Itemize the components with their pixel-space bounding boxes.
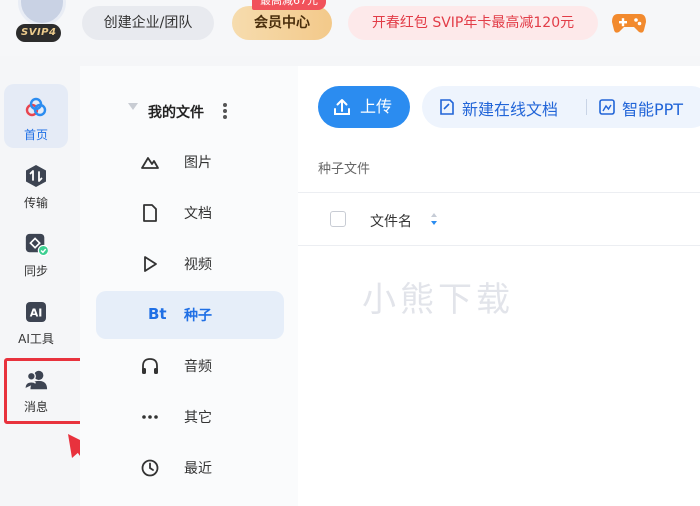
sync-icon	[25, 233, 48, 256]
top-bar: SVIP4 创建企业/团队 会员中心 最高减67元 开春红包 SVIP年卡最高减…	[0, 0, 700, 56]
file-list-header: 文件名	[298, 192, 700, 246]
document-icon	[143, 204, 157, 222]
upload-button[interactable]: 上传	[318, 86, 410, 128]
transfer-icon	[26, 165, 46, 187]
svg-text:AI: AI	[30, 307, 43, 320]
member-discount-tag: 最高减67元	[252, 0, 326, 10]
nav-home-label: 首页	[23, 128, 48, 142]
tree-item-label: 最近	[184, 461, 212, 477]
upload-label: 上传	[360, 97, 393, 116]
ai-tools-icon: AI	[26, 302, 46, 322]
tree-item-videos[interactable]: 视频	[96, 240, 284, 288]
bt-icon: Bt	[148, 305, 167, 323]
sort-icon[interactable]	[430, 211, 438, 227]
tree-item-recent[interactable]: 最近	[96, 444, 284, 492]
section-title: 种子文件	[318, 162, 371, 177]
tree-item-torrents[interactable]: Bt 种子	[96, 291, 284, 339]
tree-item-images[interactable]: 图片	[96, 138, 284, 186]
nav-sync-label: 同步	[23, 264, 48, 278]
tree-item-label: 种子	[184, 308, 212, 324]
headphones-icon	[142, 358, 158, 374]
more-dots-icon	[142, 415, 158, 419]
tree-item-label: 音频	[184, 359, 212, 375]
main-content: 上传 新建在线文档 智能PPT 种子文件 文件名 小熊下载	[298, 66, 700, 506]
create-toolbar: 新建在线文档 智能PPT	[422, 86, 700, 128]
annotation-highlight-box	[4, 358, 84, 424]
new-doc-icon	[440, 99, 454, 115]
member-center-button[interactable]: 会员中心	[232, 6, 332, 40]
nav-sync[interactable]: 同步	[4, 220, 68, 284]
avatar-image	[18, 0, 66, 26]
tree-item-label: 视频	[184, 257, 212, 273]
promo-banner-button[interactable]: 开春红包 SVIP年卡最高减120元	[348, 6, 598, 40]
select-all-checkbox[interactable]	[330, 211, 346, 227]
nav-ai-tools-label: AI工具	[18, 332, 54, 346]
tree-item-label: 图片	[184, 155, 212, 171]
smart-ppt-button[interactable]: 智能PPT	[622, 96, 683, 120]
svip-level-badge: SVIP4	[16, 24, 62, 42]
nav-home[interactable]: 首页	[4, 84, 68, 148]
collapse-caret-icon[interactable]	[128, 103, 138, 110]
image-icon	[141, 157, 159, 169]
file-tree-panel: 我的文件 图片 文档 视频 Bt 种子 音频 其它 最近	[80, 66, 298, 506]
my-files-title[interactable]: 我的文件	[148, 102, 204, 122]
video-icon	[144, 256, 157, 272]
more-vertical-icon[interactable]	[222, 102, 228, 120]
nav-transfer-label: 传输	[23, 196, 48, 210]
gamepad-icon[interactable]	[612, 12, 646, 34]
nav-transfer[interactable]: 传输	[4, 152, 68, 216]
tree-item-documents[interactable]: 文档	[96, 189, 284, 237]
tree-item-label: 其它	[184, 410, 212, 426]
upload-icon	[334, 99, 350, 115]
nav-ai-tools[interactable]: AI AI工具	[4, 288, 68, 352]
cloud-home-icon	[25, 97, 47, 117]
create-team-button[interactable]: 创建企业/团队	[82, 6, 214, 40]
watermark-text: 小熊下载	[362, 280, 514, 320]
column-filename[interactable]: 文件名	[370, 211, 412, 231]
user-avatar[interactable]: SVIP4	[14, 0, 70, 46]
tree-item-other[interactable]: 其它	[96, 393, 284, 441]
new-online-doc-button[interactable]: 新建在线文档	[462, 96, 558, 120]
tree-item-audio[interactable]: 音频	[96, 342, 284, 390]
clock-icon	[141, 459, 159, 477]
smart-ppt-icon	[599, 99, 615, 115]
tree-item-label: 文档	[184, 206, 212, 222]
toolbar-divider	[586, 99, 587, 115]
